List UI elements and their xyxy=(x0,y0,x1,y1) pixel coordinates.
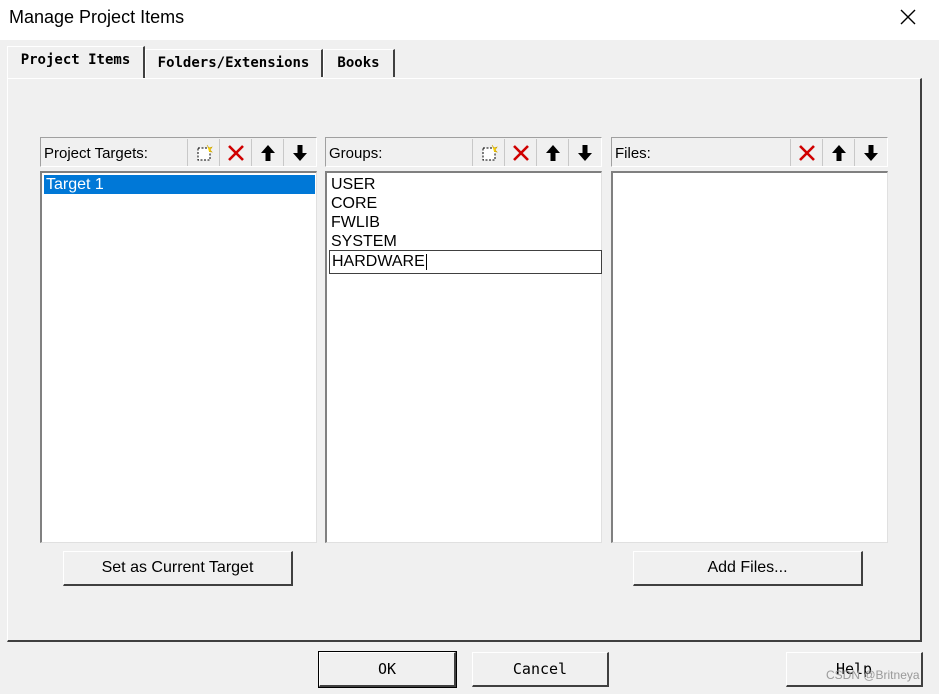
button-label: OK xyxy=(377,660,397,678)
ok-button[interactable]: OK xyxy=(318,651,457,688)
groups-list[interactable]: USER CORE FWLIB SYSTEM HARDWARE xyxy=(325,171,602,543)
add-files-button[interactable]: Add Files... xyxy=(633,551,863,586)
move-target-up-button[interactable] xyxy=(251,139,283,166)
title-bar: Manage Project Items xyxy=(0,0,939,40)
move-up-icon xyxy=(260,144,275,161)
group-rename-input[interactable]: HARDWARE xyxy=(329,250,602,274)
delete-icon xyxy=(227,144,244,161)
groups-header: Groups: xyxy=(325,137,602,167)
list-item-group[interactable]: SYSTEM xyxy=(329,232,600,251)
move-down-icon xyxy=(577,144,592,161)
tab-label: Folders/Extensions xyxy=(157,55,310,71)
watermark-text: CSDN @Britneya xyxy=(826,668,920,682)
tab-project-items[interactable]: Project Items xyxy=(7,46,145,78)
move-file-down-button[interactable] xyxy=(854,139,886,166)
delete-icon xyxy=(798,144,815,161)
window-title: Manage Project Items xyxy=(9,7,185,27)
files-list[interactable] xyxy=(611,171,888,543)
tab-label: Project Items xyxy=(20,52,131,68)
cancel-button[interactable]: Cancel xyxy=(472,652,609,687)
set-current-target-button[interactable]: Set as Current Target xyxy=(63,551,293,586)
targets-header: Project Targets: xyxy=(40,137,317,167)
button-label: Set as Current Target xyxy=(101,559,254,576)
text-caret xyxy=(425,253,427,270)
list-item-group[interactable]: FWLIB xyxy=(329,213,600,232)
files-label: Files: xyxy=(615,145,651,162)
tab-label: Books xyxy=(337,55,380,71)
targets-list[interactable]: Target 1 xyxy=(40,171,317,543)
delete-group-button[interactable] xyxy=(504,139,536,166)
new-target-button[interactable] xyxy=(187,139,219,166)
tab-books[interactable]: Books xyxy=(323,49,395,77)
move-group-down-button[interactable] xyxy=(568,139,600,166)
list-item-target-1[interactable]: Target 1 xyxy=(44,175,315,194)
close-button[interactable] xyxy=(885,0,931,34)
move-target-down-button[interactable] xyxy=(283,139,315,166)
targets-label: Project Targets: xyxy=(44,145,148,162)
delete-file-button[interactable] xyxy=(790,139,822,166)
move-file-up-button[interactable] xyxy=(822,139,854,166)
new-group-button[interactable] xyxy=(472,139,504,166)
button-label: Cancel xyxy=(512,660,568,678)
move-up-icon xyxy=(545,144,560,161)
move-group-up-button[interactable] xyxy=(536,139,568,166)
group-rename-value: HARDWARE xyxy=(332,253,425,270)
move-down-icon xyxy=(863,144,878,161)
list-item-group[interactable]: CORE xyxy=(329,194,600,213)
move-up-icon xyxy=(831,144,846,161)
move-down-icon xyxy=(292,144,307,161)
files-header: Files: xyxy=(611,137,888,167)
delete-icon xyxy=(512,144,529,161)
new-item-icon xyxy=(197,144,213,160)
button-label: Add Files... xyxy=(707,559,788,576)
close-icon xyxy=(900,9,916,25)
groups-label: Groups: xyxy=(329,145,383,162)
delete-target-button[interactable] xyxy=(219,139,251,166)
tab-folders-extensions[interactable]: Folders/Extensions xyxy=(145,49,323,77)
list-item-group[interactable]: USER xyxy=(329,175,600,194)
new-item-icon xyxy=(482,144,498,160)
